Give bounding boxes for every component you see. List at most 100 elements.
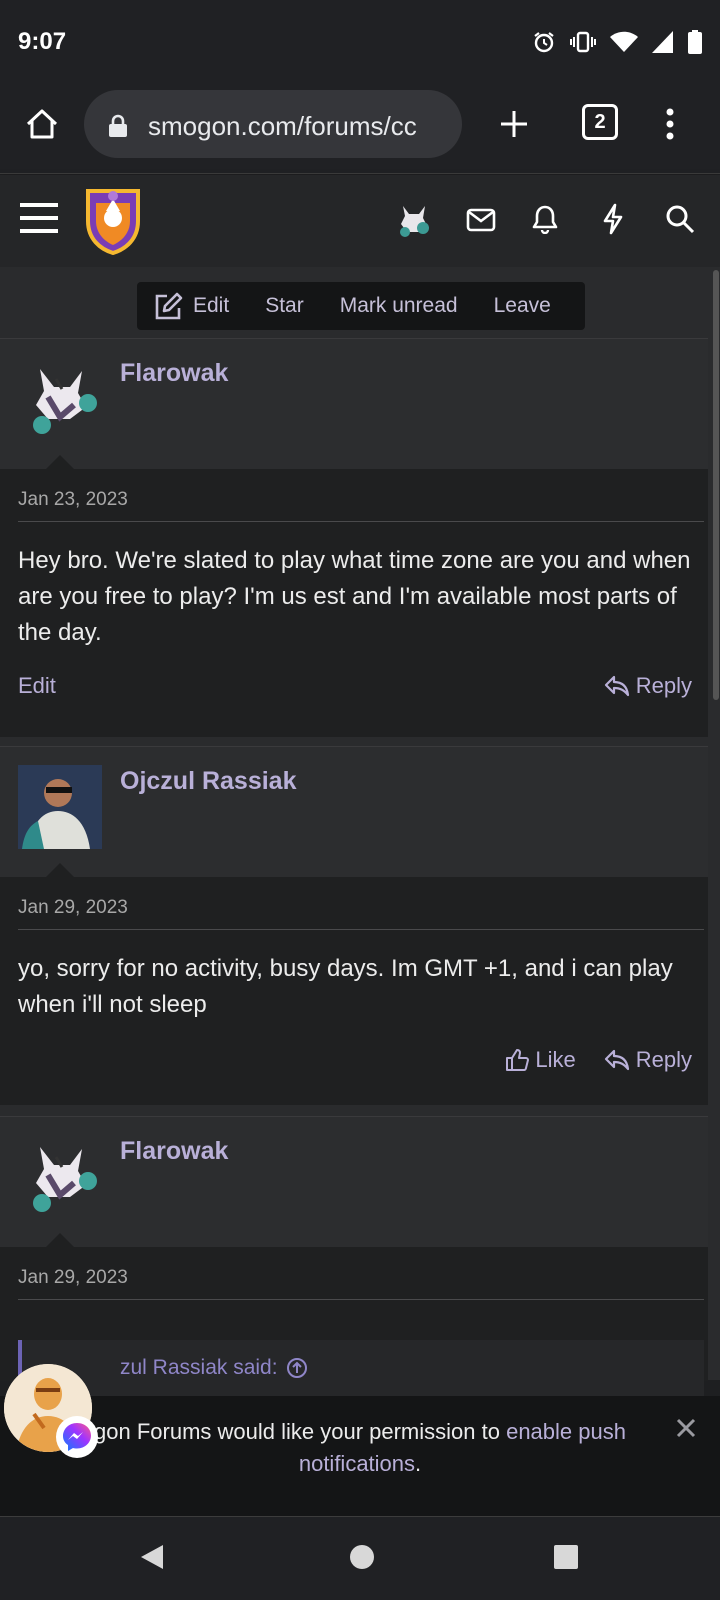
post-message-text: yo, sorry for no activity, busy days. Im… — [18, 955, 673, 1018]
user-avatar[interactable] — [18, 357, 102, 441]
page-scrollbar[interactable] — [713, 270, 719, 700]
whats-new-button[interactable] — [594, 199, 632, 239]
post-body: Jan 29, 2023 yo, sorry for no activity, … — [0, 877, 708, 1105]
home-icon — [26, 109, 58, 139]
quote-author: zul Rassiak said: — [120, 1356, 278, 1379]
bolt-icon — [603, 203, 623, 235]
browser-menu-button[interactable] — [652, 102, 688, 146]
post-divider — [18, 521, 704, 522]
notification-text-end: . — [415, 1451, 422, 1476]
close-notification-button[interactable] — [676, 1412, 696, 1446]
url-text: smogon.com/forums/cc — [148, 111, 417, 141]
user-avatar[interactable] — [18, 765, 102, 849]
forum-header — [0, 175, 720, 267]
arrow-up-circle-icon — [286, 1358, 307, 1378]
wifi-icon — [610, 31, 638, 52]
home-button[interactable] — [20, 102, 64, 146]
post-author-header: Flarowak — [0, 339, 708, 469]
reply-button[interactable]: Reply — [604, 673, 692, 699]
quote-block: zul Rassiak said: — [18, 1340, 704, 1400]
plus-icon — [501, 111, 527, 137]
status-icons — [532, 30, 702, 54]
lock-icon — [109, 114, 127, 137]
post-divider — [18, 1299, 704, 1300]
conversation-action-bar: Edit Star Mark unread Leave — [137, 282, 585, 330]
quote-attribution[interactable]: zul Rassiak said: — [120, 1356, 308, 1380]
leave-label: Leave — [493, 294, 551, 317]
post-actions: Like Reply — [505, 1047, 692, 1073]
post-actions: Reply — [604, 673, 692, 699]
alarm-icon — [534, 32, 554, 53]
post-divider — [18, 929, 704, 930]
recents-button[interactable] — [546, 1537, 586, 1577]
search-icon — [666, 205, 695, 234]
tab-count: 2 — [594, 110, 606, 133]
new-tab-button[interactable] — [492, 102, 536, 146]
bell-icon — [532, 205, 558, 234]
smogon-logo[interactable] — [82, 185, 144, 255]
home-circle-icon — [350, 1545, 374, 1569]
edit-label: Edit — [193, 294, 230, 317]
mark-unread-label: Mark unread — [339, 294, 458, 317]
post-arrow — [46, 1233, 74, 1247]
messenger-icon — [63, 1423, 91, 1451]
notification-message: gon Forums would like your permission to… — [0, 1416, 720, 1480]
message-post: Flarowak Jan 23, 2023 Hey bro. We're sla… — [0, 338, 708, 737]
envelope-icon — [466, 208, 496, 232]
search-button[interactable] — [660, 199, 700, 239]
user-avatar-icon — [400, 206, 429, 237]
like-button[interactable]: Like — [505, 1047, 576, 1073]
edit-icon — [155, 292, 183, 320]
post-date[interactable]: Jan 23, 2023 — [18, 489, 128, 511]
edit-conversation-button[interactable]: Edit — [153, 292, 229, 320]
back-button[interactable] — [134, 1537, 170, 1577]
star-label: Star — [265, 294, 304, 317]
status-time: 9:07 — [18, 28, 67, 55]
reply-label: Reply — [635, 1047, 692, 1072]
leave-button[interactable]: Leave — [494, 294, 551, 318]
reply-label: Reply — [635, 673, 692, 698]
post-username[interactable]: Ojczul Rassiak — [120, 767, 296, 796]
address-bar[interactable]: smogon.com/forums/cc — [84, 90, 462, 158]
close-icon — [676, 1418, 696, 1438]
thumbs-up-icon — [506, 1049, 530, 1071]
like-label: Like — [535, 1047, 576, 1072]
post-arrow — [46, 863, 74, 877]
back-triangle-icon — [141, 1545, 163, 1569]
reply-icon — [604, 1049, 629, 1071]
recents-square-icon — [554, 1545, 578, 1569]
messenger-badge — [56, 1416, 98, 1458]
post-author-header: Ojczul Rassiak — [0, 747, 708, 877]
browser-toolbar: smogon.com/forums/cc 2 — [0, 88, 720, 174]
mark-unread-button[interactable]: Mark unread — [340, 294, 458, 318]
post-message-text: Hey bro. We're slated to play what time … — [18, 547, 691, 646]
post-date[interactable]: Jan 29, 2023 — [18, 1267, 128, 1289]
post-arrow — [46, 455, 74, 469]
signal-icon — [652, 31, 673, 53]
post-username[interactable]: Flarowak — [120, 359, 228, 388]
system-navigation-bar — [0, 1516, 720, 1600]
post-author-header: Flarowak — [0, 1117, 708, 1247]
account-avatar-button[interactable] — [392, 197, 436, 241]
more-vert-icon — [666, 108, 674, 140]
nav-menu-button[interactable] — [18, 197, 60, 239]
post-edit-link[interactable]: Edit — [18, 673, 56, 699]
battery-icon — [688, 30, 702, 54]
tab-switcher-button[interactable]: 2 — [582, 104, 618, 140]
reply-button[interactable]: Reply — [604, 1047, 692, 1073]
hamburger-icon — [20, 203, 58, 233]
push-notification-banner: gon Forums would like your permission to… — [0, 1396, 720, 1516]
post-body: Jan 23, 2023 Hey bro. We're slated to pl… — [0, 469, 708, 737]
star-button[interactable]: Star — [265, 294, 304, 318]
notification-text: gon Forums would like your permission to — [94, 1419, 507, 1444]
status-bar: 9:07 — [0, 0, 720, 88]
message-post: Ojczul Rassiak Jan 29, 2023 yo, sorry fo… — [0, 746, 708, 1105]
vibrate-icon — [570, 31, 596, 53]
post-date[interactable]: Jan 29, 2023 — [18, 897, 128, 919]
inbox-button[interactable] — [462, 201, 500, 239]
alerts-button[interactable] — [526, 199, 564, 239]
post-username[interactable]: Flarowak — [120, 1137, 228, 1166]
user-avatar[interactable] — [18, 1135, 102, 1219]
reply-icon — [604, 675, 629, 697]
home-nav-button[interactable] — [342, 1537, 382, 1577]
